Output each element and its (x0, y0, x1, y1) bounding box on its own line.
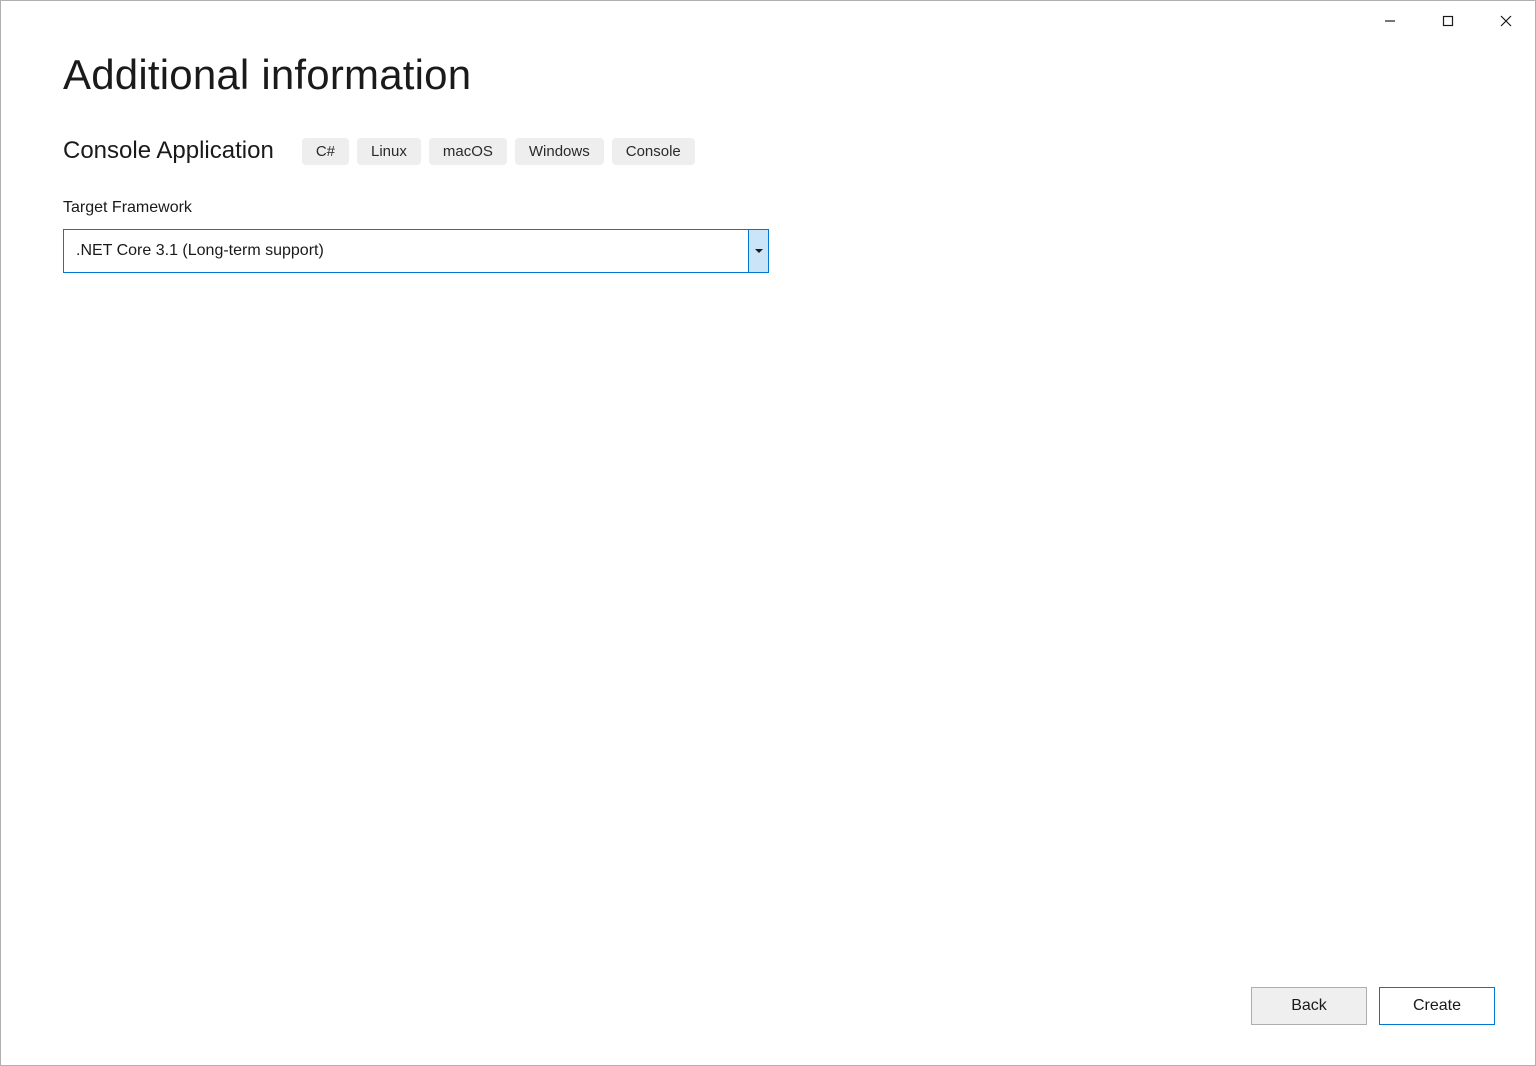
template-header: Console Application C# Linux macOS Windo… (63, 137, 1473, 165)
wizard-footer: Back Create (1251, 987, 1495, 1025)
template-tag: Windows (515, 138, 604, 165)
dropdown-button[interactable] (748, 230, 768, 272)
maximize-icon (1442, 15, 1454, 27)
target-framework-selected: .NET Core 3.1 (Long-term support) (64, 230, 748, 272)
close-button[interactable] (1477, 1, 1535, 41)
template-tag: C# (302, 138, 349, 165)
maximize-button[interactable] (1419, 1, 1477, 41)
close-icon (1500, 15, 1512, 27)
template-tag: Linux (357, 138, 421, 165)
target-framework-dropdown[interactable]: .NET Core 3.1 (Long-term support) (63, 229, 769, 273)
template-tags: C# Linux macOS Windows Console (302, 138, 695, 165)
back-button[interactable]: Back (1251, 987, 1367, 1025)
minimize-icon (1384, 15, 1396, 27)
window-titlebar (1361, 1, 1535, 41)
target-framework-label: Target Framework (63, 199, 1473, 217)
minimize-button[interactable] (1361, 1, 1419, 41)
chevron-down-icon (755, 249, 763, 253)
template-name: Console Application (63, 137, 274, 165)
template-tag: macOS (429, 138, 507, 165)
create-button[interactable]: Create (1379, 987, 1495, 1025)
page-title: Additional information (63, 51, 1473, 99)
template-tag: Console (612, 138, 695, 165)
